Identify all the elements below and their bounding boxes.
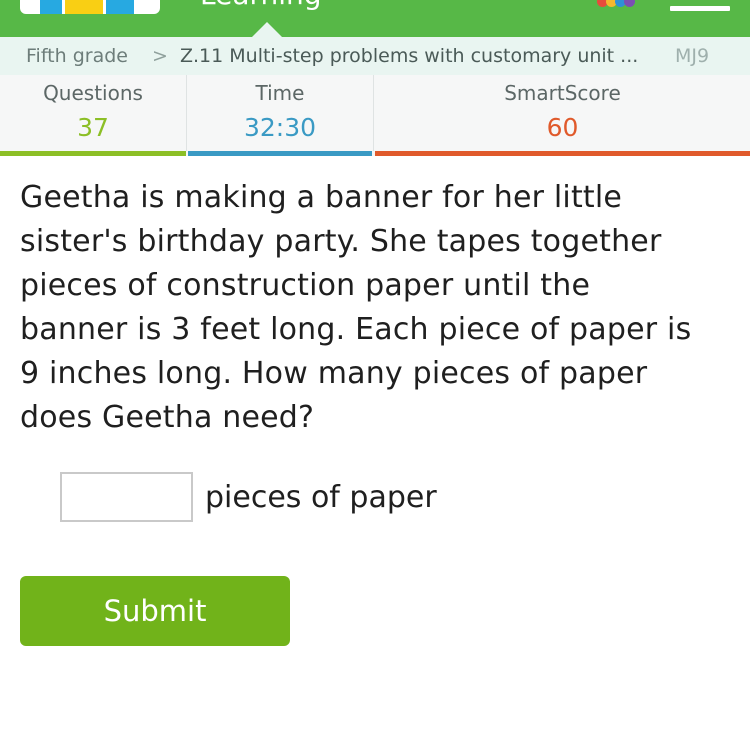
answer-input[interactable]	[60, 472, 193, 522]
ixl-logo[interactable]	[20, 0, 160, 14]
question-text: Geetha is making a banner for her little…	[20, 176, 740, 440]
menu-icon[interactable]	[670, 6, 730, 11]
stat-divider	[186, 75, 187, 151]
stat-time-value: 32:30	[243, 113, 317, 142]
top-navigation-bar: Learning	[0, 0, 750, 37]
stat-questions: Questions 37	[0, 75, 186, 156]
logo-letter-x	[65, 0, 103, 14]
stat-time-bar	[188, 151, 372, 156]
skill-code: MJ9	[675, 45, 710, 67]
question-line: Geetha is making a banner for her little	[20, 180, 623, 215]
breadcrumb-grade[interactable]: Fifth grade	[26, 37, 128, 75]
stat-smartscore: SmartScore 60	[375, 75, 750, 156]
stat-divider	[373, 75, 374, 151]
stat-smartscore-bar	[375, 151, 750, 156]
logo-letter-i	[40, 0, 62, 14]
stat-questions-value: 37	[77, 113, 109, 142]
breadcrumb-skill[interactable]: Z.11 Multi-step problems with customary …	[180, 37, 658, 75]
breadcrumb: Fifth grade > Z.11 Multi-step problems w…	[0, 37, 750, 75]
question-line: sister's birthday party. She tapes toget…	[20, 224, 662, 259]
question-line: pieces of construction paper until the	[20, 268, 591, 303]
brand-label[interactable]: Learning	[200, 0, 322, 10]
submit-button[interactable]: Submit	[20, 576, 290, 646]
awards-icon[interactable]	[597, 0, 641, 8]
question-line: does Geetha need?	[20, 400, 315, 435]
stats-panel: Questions 37 Time 32:30 SmartScore 60	[0, 75, 750, 156]
question-line: 9 inches long. How many pieces of paper	[20, 356, 648, 391]
question-line: banner is 3 feet long. Each piece of pap…	[20, 312, 692, 347]
logo-letters	[40, 0, 137, 14]
stat-questions-label: Questions	[43, 81, 143, 105]
stat-time: Time 32:30	[188, 75, 372, 156]
logo-letter-l	[106, 0, 134, 14]
answer-unit-label: pieces of paper	[205, 480, 437, 515]
stat-questions-bar	[0, 151, 186, 156]
active-tab-caret	[252, 22, 282, 37]
stat-smartscore-value: 60	[546, 113, 579, 142]
stat-time-label: Time	[255, 81, 305, 105]
chevron-right-icon: >	[152, 45, 168, 67]
stat-smartscore-label: SmartScore	[504, 81, 621, 105]
